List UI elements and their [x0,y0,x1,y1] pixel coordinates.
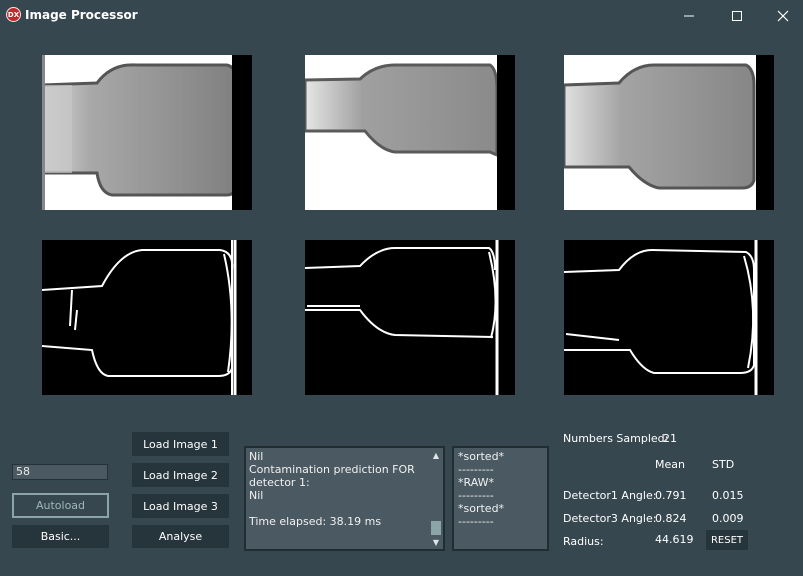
edge-image-1 [42,240,252,395]
list-item: --------- [458,463,494,476]
app-logo-icon: DX [6,7,21,22]
radius-value: 44.619 [655,533,694,546]
result-log-text: Nil Contamination prediction FOR detecto… [249,450,415,528]
mean-header: Mean [655,458,685,471]
detector1-mean-value: 0.791 [655,489,687,502]
list-item: *RAW* [458,476,494,489]
edge-image-2 [305,240,515,395]
list-item: --------- [458,515,494,528]
detector1-std-value: 0.015 [712,489,744,502]
analyse-button[interactable]: Analyse [132,525,229,548]
maximize-button[interactable] [714,0,760,32]
chevron-down-icon[interactable]: ▼ [429,535,443,549]
detector1-angle-label: Detector1 Angle: [563,489,657,502]
raw-image-1 [42,55,252,210]
std-header: STD [712,458,735,471]
numbers-sampled-label: Numbers Sampled: [563,432,669,445]
log-line: Contamination prediction FOR [249,463,415,476]
close-button[interactable] [760,0,803,32]
detector3-angle-label: Detector3 Angle: [563,512,657,525]
chevron-up-icon[interactable]: ▲ [429,448,443,462]
title-bar: DX Image Processor [0,0,803,32]
reset-button[interactable]: RESET [706,530,748,550]
load-image-2-button[interactable]: Load Image 2 [132,463,229,487]
autoload-button[interactable]: Autoload [12,493,109,518]
result-log-box[interactable]: Nil Contamination prediction FOR detecto… [244,446,445,551]
radius-label: Radius: [563,535,604,548]
log-scrollbar[interactable]: ▲ ▼ [429,448,443,549]
threshold-input[interactable]: 58 [12,464,108,480]
list-item: *sorted* [458,450,505,463]
window-title: Image Processor [25,8,138,22]
sorted-list-box[interactable]: *sorted* --------- *RAW* --------- *sort… [452,446,549,551]
log-line: Nil [249,450,264,463]
scrollbar-thumb[interactable] [431,521,441,535]
maximize-icon [732,11,742,21]
log-line: detector 1: [249,476,310,489]
load-image-1-button[interactable]: Load Image 1 [132,432,229,456]
log-line: Time elapsed: 38.19 ms [249,515,382,528]
minimize-button[interactable] [666,0,712,32]
load-image-3-button[interactable]: Load Image 3 [132,494,229,518]
basic-button[interactable]: Basic... [12,525,109,548]
raw-image-2 [305,55,515,210]
list-item: --------- [458,489,494,502]
detector3-std-value: 0.009 [712,512,744,525]
edge-image-3 [564,240,774,395]
close-icon [777,10,789,22]
numbers-sampled-value: 21 [663,432,677,445]
raw-image-3 [564,55,774,210]
minimize-icon [684,15,694,17]
list-item: *sorted* [458,502,505,515]
log-line: Nil [249,489,264,502]
detector3-mean-value: 0.824 [655,512,687,525]
sorted-list-text: *sorted* --------- *RAW* --------- *sort… [458,450,504,528]
